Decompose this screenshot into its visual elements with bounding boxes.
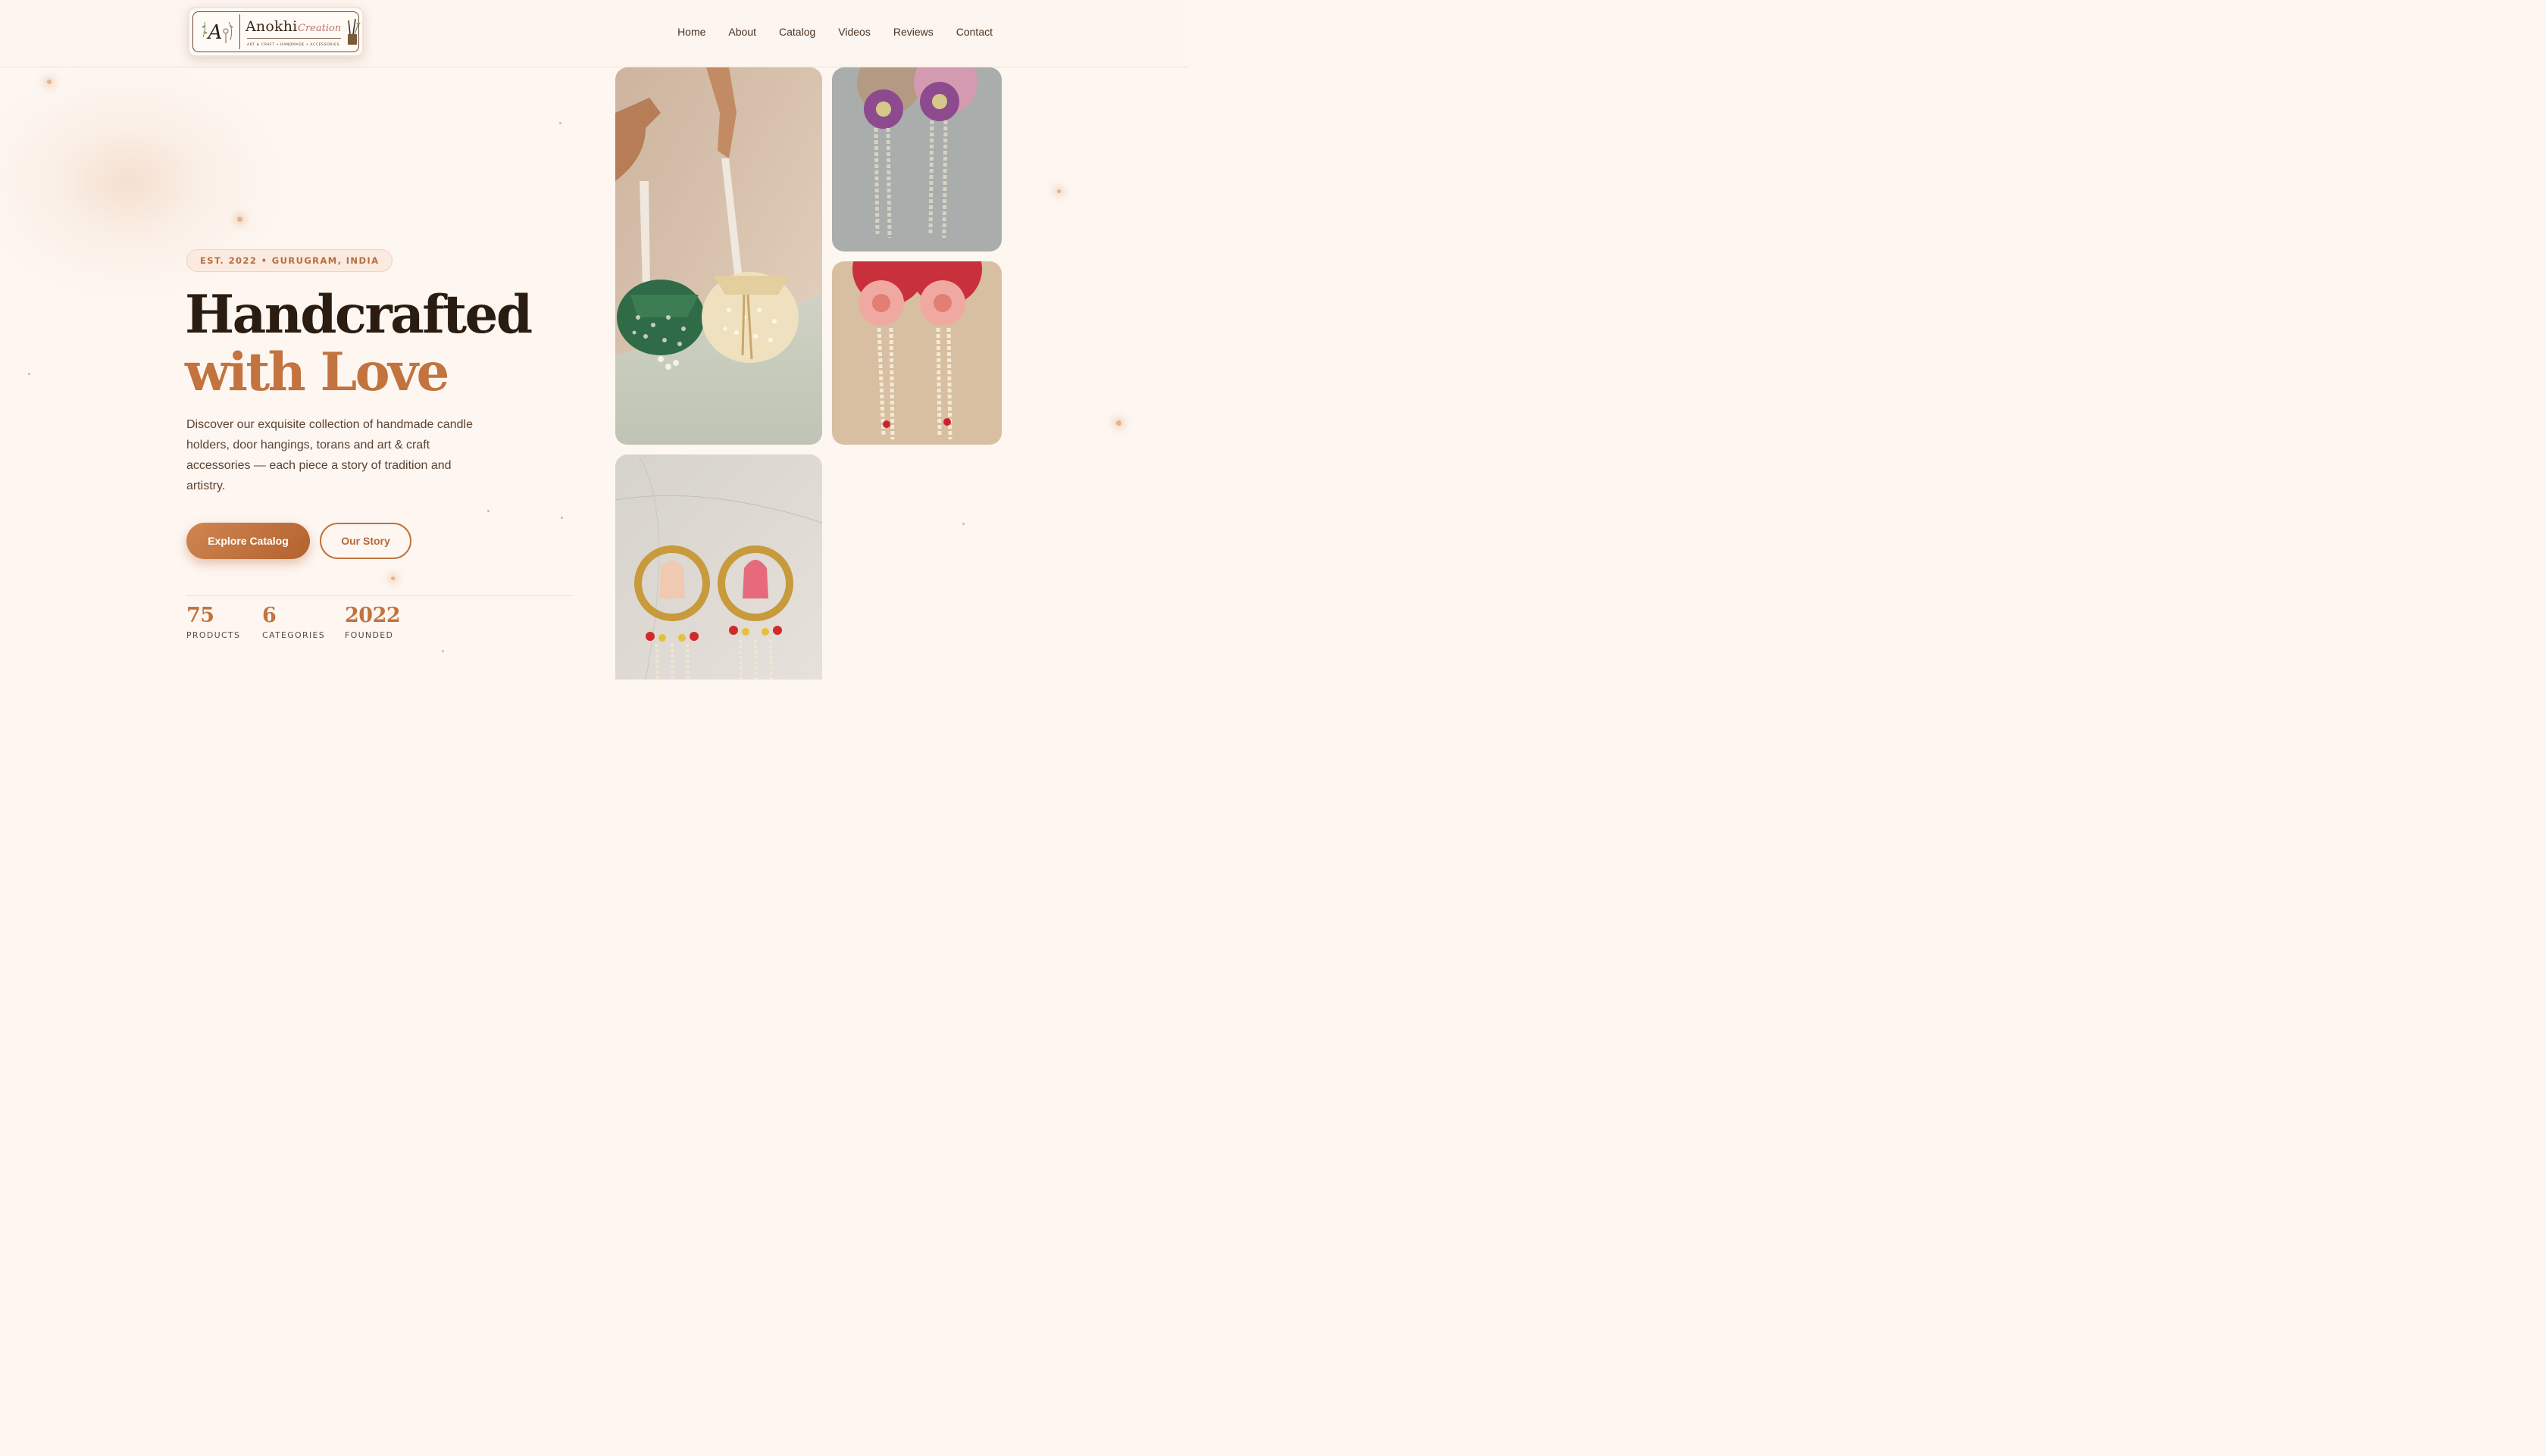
svg-text:A: A (207, 21, 223, 44)
established-badge: EST. 2022 • GURUGRAM, INDIA (186, 249, 393, 272)
sparkle-dot (962, 523, 965, 525)
hero-title-line2: with Love (185, 342, 449, 403)
explore-catalog-button[interactable]: Explore Catalog (186, 523, 310, 559)
brand-logo[interactable]: A Anokhi Creation ART & CRAFT • HANDMADE… (188, 7, 364, 57)
stat-value: 6 (262, 604, 277, 627)
stat-label: FOUNDED (345, 630, 394, 640)
craft-tools-icon (348, 18, 361, 45)
nav-about[interactable]: About (728, 26, 756, 38)
hero-description: Discover our exquisite collection of han… (186, 418, 473, 492)
monogram-icon: A (202, 21, 233, 44)
stats-divider (186, 595, 573, 596)
sparkle-dot (561, 517, 563, 519)
sparkle-dot (559, 122, 561, 124)
nav-home[interactable]: Home (677, 26, 705, 38)
sparkle-dot (391, 576, 395, 580)
logo-rule (247, 38, 341, 39)
logo-separator (239, 14, 240, 49)
hero-title: Handcrafted with Love (185, 284, 533, 403)
sparkle-dot (1116, 420, 1121, 426)
sparkle-dot (1057, 189, 1061, 193)
purple-flower-illustration (832, 67, 1002, 252)
potli-bags-illustration (615, 67, 822, 445)
sparkle-dot (442, 650, 444, 652)
brand-name: Anokhi (246, 18, 298, 35)
purple-flower-hangings-photo[interactable] (832, 67, 1002, 252)
main-nav: Home About Catalog Videos Reviews Contac… (677, 26, 993, 38)
hero-title-line1: Handcrafted (185, 284, 533, 345)
stat-label: PRODUCTS (186, 630, 241, 640)
our-story-button[interactable]: Our Story (320, 523, 411, 559)
sparkle-dot (237, 217, 242, 222)
sparkle-dot (28, 373, 30, 375)
potli-bags-photo[interactable] (615, 67, 822, 445)
pink-flower-illustration (832, 261, 1002, 445)
brand-suffix: Creation (298, 23, 342, 34)
pink-flower-hangings-photo[interactable] (832, 261, 1002, 445)
nav-catalog[interactable]: Catalog (779, 26, 815, 38)
sparkle-dot (47, 80, 52, 84)
toran-hangings-illustration (615, 455, 822, 680)
ganesha-lakshmi-hangings-photo[interactable] (615, 455, 822, 680)
nav-videos[interactable]: Videos (838, 26, 871, 38)
stat-label: CATEGORIES (262, 630, 326, 640)
stat-value: 75 (186, 604, 214, 627)
stat-categories: 6 CATEGORIES (262, 602, 325, 640)
nav-contact[interactable]: Contact (956, 26, 993, 38)
nav-reviews[interactable]: Reviews (893, 26, 934, 38)
stat-founded: 2022 FOUNDED (345, 602, 401, 640)
stat-value: 2022 (345, 604, 401, 627)
site-header: A Anokhi Creation ART & CRAFT • HANDMADE… (0, 0, 1188, 67)
stat-products: 75 PRODUCTS (186, 602, 240, 640)
brand-tagline: ART & CRAFT • HANDMADE • ACCESSORIES (247, 43, 340, 47)
sparkle-dot (487, 510, 489, 512)
